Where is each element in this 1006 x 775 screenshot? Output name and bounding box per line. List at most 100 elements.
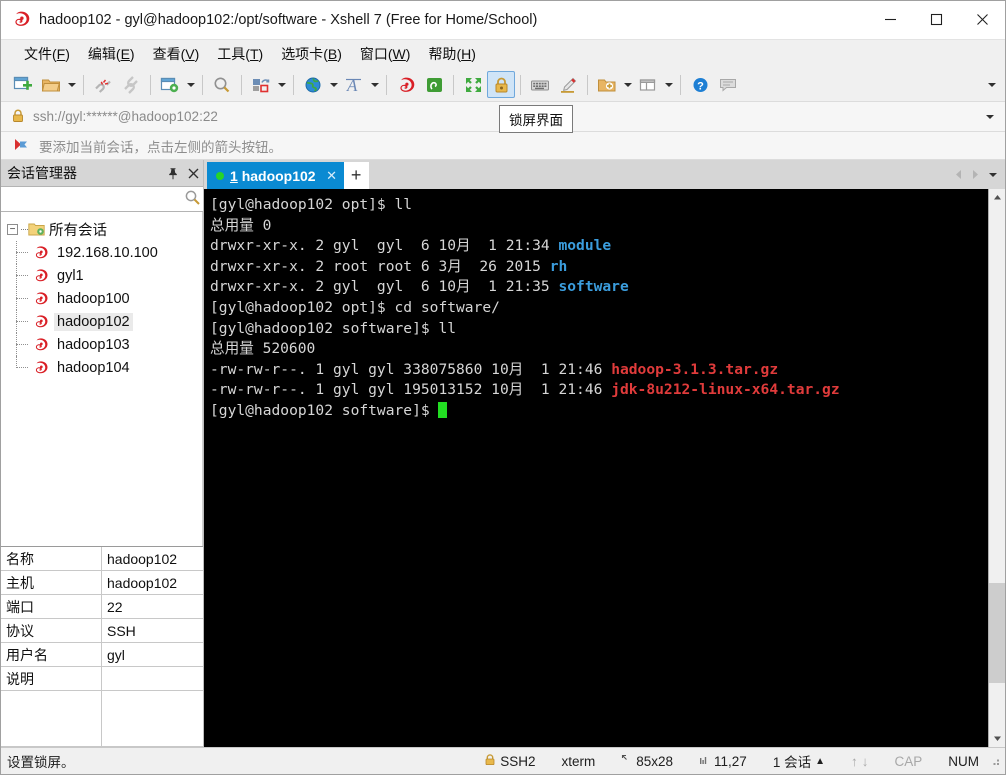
terminal-line: -rw-rw-r--. 1 gyl gyl 195013152 10月 1 21… xyxy=(210,380,988,401)
encoding-globe-icon[interactable] xyxy=(299,71,327,98)
xshell-icon[interactable] xyxy=(392,71,420,98)
tree-root-all-sessions[interactable]: − 所有会话 xyxy=(1,218,202,241)
session-item-hadoop103[interactable]: hadoop103 xyxy=(1,333,202,356)
close-icon[interactable] xyxy=(183,162,203,184)
close-button[interactable] xyxy=(959,1,1005,39)
font-icon[interactable]: A xyxy=(340,71,368,98)
chevron-left-icon[interactable] xyxy=(950,161,967,188)
xshell-window: hadoop102 - gyl@hadoop102:/opt/software … xyxy=(0,0,1006,775)
menu-file-accel: F xyxy=(56,46,66,62)
status-protocol[interactable]: SSH2 xyxy=(471,753,548,769)
status-size[interactable]: 85x28 xyxy=(608,754,686,769)
menu-tools-accel: T xyxy=(249,46,259,62)
menu-tools[interactable]: 工具(T) xyxy=(208,41,272,67)
pin-icon[interactable] xyxy=(163,162,183,184)
scrollbar-track[interactable] xyxy=(989,206,1005,730)
tree-connector xyxy=(11,241,33,264)
chevron-right-icon[interactable] xyxy=(967,161,984,188)
session-item-gyl1[interactable]: gyl1 xyxy=(1,264,202,287)
layout-icon[interactable] xyxy=(634,71,662,98)
xftp-icon[interactable] xyxy=(420,71,448,98)
minimize-button[interactable] xyxy=(867,1,913,39)
window-controls xyxy=(867,1,1005,39)
menu-view[interactable]: 查看(V) xyxy=(144,41,209,67)
terminal-output[interactable]: [gyl@hadoop102 opt]$ ll 总用量 0 drwxr-xr-x. … xyxy=(204,189,988,747)
property-value: hadoop102 xyxy=(107,574,178,591)
scroll-down-icon[interactable] xyxy=(989,730,1005,747)
new-folder-dropdown-arrow[interactable] xyxy=(621,71,634,98)
maximize-button[interactable] xyxy=(913,1,959,39)
status-sessions[interactable]: 1 会话 ▲ xyxy=(760,751,838,771)
session-item-192-168-10-100[interactable]: 192.168.10.100 xyxy=(1,241,202,264)
fullscreen-icon[interactable] xyxy=(459,71,487,98)
status-terminal-type[interactable]: xterm xyxy=(548,754,608,769)
notice-text: 要添加当前会话，点击左侧的箭头按钮。 xyxy=(39,139,282,155)
tree-expander-icon[interactable]: − xyxy=(7,224,18,235)
keyboard-icon[interactable] xyxy=(526,71,554,98)
layout-dropdown-arrow[interactable] xyxy=(662,71,675,98)
terminal-line: 总用量 520600 xyxy=(210,339,988,360)
menu-window[interactable]: 窗口(W) xyxy=(351,41,420,67)
menu-file[interactable]: 文件(F) xyxy=(15,41,79,67)
font-dropdown-arrow[interactable] xyxy=(368,71,381,98)
terminal-text: [gyl@hadoop102 software]$ xyxy=(210,401,439,419)
tab-index: 1 xyxy=(230,167,238,184)
resize-grip-icon[interactable] xyxy=(989,755,1001,767)
tab-menu-icon[interactable] xyxy=(984,161,1001,188)
session-item-hadoop100[interactable]: hadoop100 xyxy=(1,287,202,310)
lock-icon xyxy=(11,108,25,126)
search-icon[interactable] xyxy=(184,189,201,209)
session-item-label: 192.168.10.100 xyxy=(57,244,158,261)
toolbar-separator xyxy=(202,74,203,95)
lock-screen-tooltip: 锁屏界面 xyxy=(499,105,573,133)
status-cursor-position[interactable]: 11,27 xyxy=(686,754,760,769)
new-session-icon[interactable] xyxy=(9,71,37,98)
tab-hadoop102[interactable]: 1 hadoop102 ✕ xyxy=(207,162,344,189)
chat-icon[interactable] xyxy=(714,71,742,98)
session-properties-icon[interactable] xyxy=(156,71,184,98)
address-dropdown-icon[interactable] xyxy=(981,114,999,119)
new-tab-button[interactable]: + xyxy=(343,162,369,189)
highlight-icon[interactable] xyxy=(554,71,582,98)
disconnect-icon[interactable] xyxy=(89,71,117,98)
session-item-hadoop102[interactable]: hadoop102 xyxy=(1,310,202,333)
property-key: 主机 xyxy=(1,571,102,594)
file-transfer-icon[interactable] xyxy=(247,71,275,98)
help-icon[interactable]: ? xyxy=(686,71,714,98)
scroll-up-icon[interactable] xyxy=(989,189,1005,206)
session-properties-dropdown-arrow[interactable] xyxy=(184,71,197,98)
menu-help-label: 帮助 xyxy=(428,46,457,62)
session-search-row xyxy=(1,186,203,212)
open-folder-icon[interactable] xyxy=(37,71,65,98)
lock-screen-icon[interactable] xyxy=(487,71,515,98)
toolbar-overflow-icon[interactable] xyxy=(983,71,1001,98)
open-folder-dropdown-arrow[interactable] xyxy=(65,71,78,98)
session-search-input[interactable] xyxy=(5,191,184,207)
session-manager-header: 会话管理器 xyxy=(1,160,203,186)
session-item-hadoop104[interactable]: hadoop104 xyxy=(1,356,202,379)
encoding-dropdown-arrow[interactable] xyxy=(327,71,340,98)
status-sessions-caret[interactable]: ▲ xyxy=(815,756,825,767)
find-icon[interactable] xyxy=(208,71,236,98)
menu-edit[interactable]: 编辑(E) xyxy=(79,41,144,67)
status-position-label: 11,27 xyxy=(714,753,747,769)
terminal-text: -rw-rw-r--. 1 gyl gyl 338075860 10月 1 21… xyxy=(210,360,612,378)
status-sessions-label: 1 会话 xyxy=(772,755,812,770)
reconnect-icon[interactable] xyxy=(117,71,145,98)
terminal-scrollbar[interactable] xyxy=(988,189,1005,747)
file-transfer-dropdown-arrow[interactable] xyxy=(275,71,288,98)
property-value: 22 xyxy=(107,598,123,615)
status-num-lock: NUM xyxy=(948,753,979,769)
session-item-label: hadoop100 xyxy=(57,290,130,307)
new-folder-icon[interactable] xyxy=(593,71,621,98)
tree-connector xyxy=(11,287,33,310)
tab-close-button[interactable]: ✕ xyxy=(325,168,339,184)
cursor-pos-icon xyxy=(699,754,710,769)
menu-tabs[interactable]: 选项卡(B) xyxy=(272,41,351,67)
scrollbar-thumb[interactable] xyxy=(989,583,1005,683)
terminal-line: -rw-rw-r--. 1 gyl gyl 338075860 10月 1 21… xyxy=(210,360,988,381)
property-row: 说明 xyxy=(1,667,203,691)
session-properties-table: 名称 hadoop102 主机 hadoop102 端口 22 协议 SSH 用… xyxy=(1,546,203,747)
terminal-text: -rw-rw-r--. 1 gyl gyl 195013152 10月 1 21… xyxy=(210,381,612,399)
menu-help[interactable]: 帮助(H) xyxy=(419,41,484,67)
